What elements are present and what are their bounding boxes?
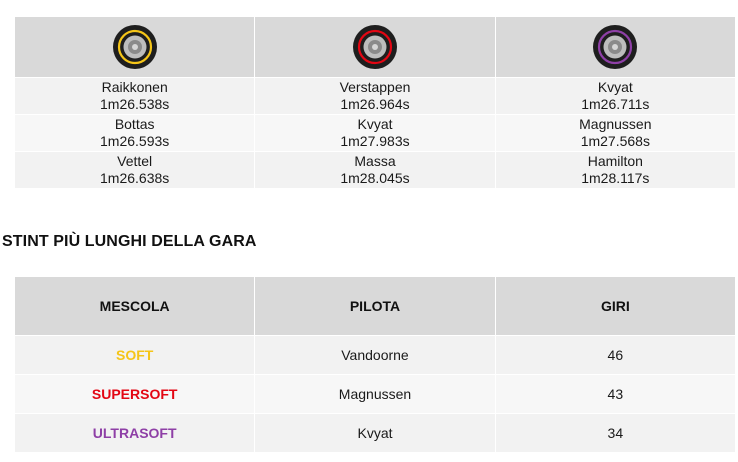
lap-cell: Hamilton 1m28.117s (494, 151, 737, 189)
tyre-cell-soft (13, 16, 256, 78)
ultrasoft-tyre-icon (593, 25, 638, 69)
driver-name: Kvyat (357, 116, 393, 132)
lap-cell: Kvyat 1m27.983s (254, 114, 496, 152)
stint-driver: Vandoorne (254, 335, 496, 375)
section-title: STINT PIÙ LUNGHI DELLA GARA (2, 233, 257, 250)
lap-cell: Kvyat 1m26.711s (494, 77, 737, 115)
compound-supersoft: SUPERSOFT (13, 374, 256, 414)
driver-name: Bottas (114, 116, 155, 132)
driver-name: Verstappen (339, 79, 411, 95)
compound-ultrasoft: ULTRASOFT (13, 413, 256, 453)
driver-name: Kvyat (597, 79, 633, 95)
column-header-driver: PILOTA (254, 276, 496, 336)
soft-tyre-icon (112, 25, 157, 69)
tyre-icons-row (13, 16, 737, 78)
fastest-laps-table: Raikkonen 1m26.538s Verstappen 1m26.964s K… (13, 16, 737, 189)
lap-time: 1m26.638s (100, 170, 170, 186)
lap-time: 1m27.568s (580, 133, 650, 149)
lap-time: 1m26.964s (340, 96, 410, 112)
table-row: Vettel 1m26.638s Massa 1m28.045s Hamilton 1… (13, 151, 737, 189)
stint-driver: Kvyat (254, 413, 496, 453)
table-row: ULTRASOFT Kvyat 34 (13, 413, 737, 453)
column-header-laps: GIRI (494, 276, 737, 336)
driver-name: Raikkonen (101, 79, 168, 95)
driver-name: Hamilton (587, 153, 643, 169)
lap-cell: Verstappen 1m26.964s (254, 77, 496, 115)
table-row: Raikkonen 1m26.538s Verstappen 1m26.964s K… (13, 77, 737, 115)
compound-soft: SOFT (13, 335, 256, 375)
column-header-compound: MESCOLA (13, 276, 256, 336)
table-row: SUPERSOFT Magnussen 43 (13, 374, 737, 414)
lap-cell: Magnussen 1m27.568s (494, 114, 737, 152)
lap-cell: Vettel 1m26.638s (13, 151, 256, 189)
driver-name: Magnussen (579, 116, 652, 132)
lap-cell: Raikkonen 1m26.538s (13, 77, 256, 115)
driver-name: Massa (354, 153, 396, 169)
lap-cell: Massa 1m28.045s (254, 151, 496, 189)
lap-time: 1m28.045s (340, 170, 410, 186)
lap-time: 1m26.593s (100, 133, 170, 149)
longest-stints-table: MESCOLA PILOTA GIRI SOFT Vandoorne 46 SU… (13, 276, 737, 453)
stint-laps: 46 (494, 335, 737, 375)
stint-laps: 43 (494, 374, 737, 414)
lap-time: 1m28.117s (581, 170, 650, 186)
lap-time: 1m26.538s (100, 96, 170, 112)
lap-time: 1m26.711s (581, 96, 650, 112)
table-row: Bottas 1m26.593s Kvyat 1m27.983s Magnussen… (13, 114, 737, 152)
table-row: SOFT Vandoorne 46 (13, 335, 737, 375)
supersoft-tyre-icon (352, 25, 397, 69)
stint-driver: Magnussen (254, 374, 496, 414)
header-row: MESCOLA PILOTA GIRI (13, 276, 737, 336)
driver-name: Vettel (117, 153, 153, 169)
lap-cell: Bottas 1m26.593s (13, 114, 256, 152)
stint-laps: 34 (494, 413, 737, 453)
lap-time: 1m27.983s (340, 133, 410, 149)
tyre-cell-ultrasoft (494, 16, 737, 78)
tyre-cell-supersoft (254, 16, 496, 78)
